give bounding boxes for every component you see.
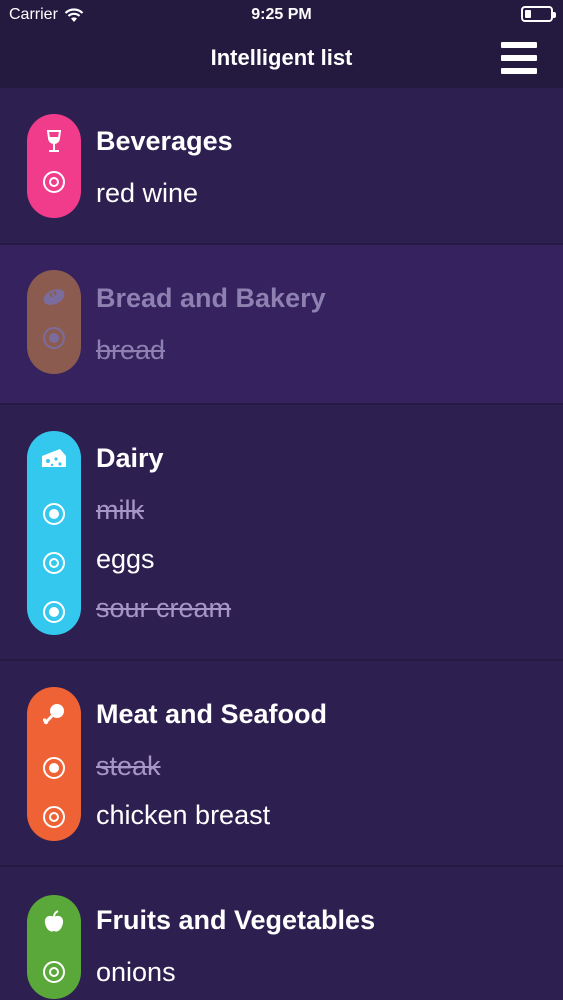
status-time: 9:25 PM	[251, 6, 312, 23]
category-pill	[27, 270, 81, 374]
category-meat-and-seafood[interactable]: Meat and Seafood steak chicken breast	[0, 661, 563, 867]
list-item[interactable]: eggs	[96, 544, 155, 575]
category-dairy[interactable]: Dairy milk eggs sour cream	[0, 405, 563, 661]
radio-dot	[49, 558, 59, 568]
category-pill	[27, 431, 81, 635]
menu-bar-line	[501, 68, 537, 74]
app-screen: Carrier 9:25 PM Intelligent list Beverag…	[0, 0, 563, 1000]
list-item[interactable]: red wine	[96, 178, 198, 209]
radio-dot	[49, 333, 59, 343]
item-radio[interactable]	[43, 961, 65, 983]
item-radio[interactable]	[43, 601, 65, 623]
battery-icon	[521, 6, 556, 22]
category-bread-and-bakery[interactable]: Bread and Bakery bread	[0, 245, 563, 405]
list-item[interactable]: onions	[96, 957, 176, 988]
list-item[interactable]: sour cream	[96, 593, 231, 624]
radio-dot	[49, 509, 59, 519]
page-title: Intelligent list	[210, 45, 353, 70]
category-title: Beverages	[96, 126, 233, 156]
category-pill	[27, 687, 81, 841]
list-item[interactable]: bread	[96, 335, 165, 366]
menu-bar-line	[501, 55, 537, 61]
category-title: Dairy	[96, 443, 164, 473]
status-bar: Carrier 9:25 PM	[0, 0, 563, 30]
radio-dot	[49, 607, 59, 617]
wine-glass-icon	[27, 126, 81, 156]
category-title: Bread and Bakery	[96, 283, 326, 313]
category-title: Meat and Seafood	[96, 699, 328, 729]
item-radio[interactable]	[43, 552, 65, 574]
menu-button[interactable]	[501, 42, 537, 74]
nav-bar: Intelligent list	[0, 30, 563, 88]
category-pill	[27, 895, 81, 999]
cheese-icon	[27, 443, 81, 473]
list-item[interactable]: chicken breast	[96, 800, 270, 831]
radio-dot	[49, 763, 59, 773]
radio-dot	[49, 812, 59, 822]
menu-bar-line	[501, 42, 537, 48]
apple-icon	[27, 907, 81, 937]
item-radio[interactable]	[43, 757, 65, 779]
list-item[interactable]: steak	[96, 751, 161, 782]
battery-level	[525, 10, 531, 18]
item-radio[interactable]	[43, 327, 65, 349]
status-right	[521, 6, 556, 22]
category-beverages[interactable]: Beverages red wine	[0, 88, 563, 245]
category-list: Beverages red wine Bread and Bakery brea…	[0, 88, 563, 1000]
item-radio[interactable]	[43, 806, 65, 828]
category-fruits-and-vegetables[interactable]: Fruits and Vegetables onions	[0, 867, 563, 1000]
list-item[interactable]: milk	[96, 495, 144, 526]
item-radio[interactable]	[43, 503, 65, 525]
item-radio[interactable]	[43, 171, 65, 193]
radio-dot	[49, 967, 59, 977]
category-title: Fruits and Vegetables	[96, 905, 376, 935]
radio-dot	[49, 177, 59, 187]
category-pill	[27, 114, 81, 218]
meat-icon	[27, 699, 81, 729]
bread-icon	[27, 282, 81, 312]
